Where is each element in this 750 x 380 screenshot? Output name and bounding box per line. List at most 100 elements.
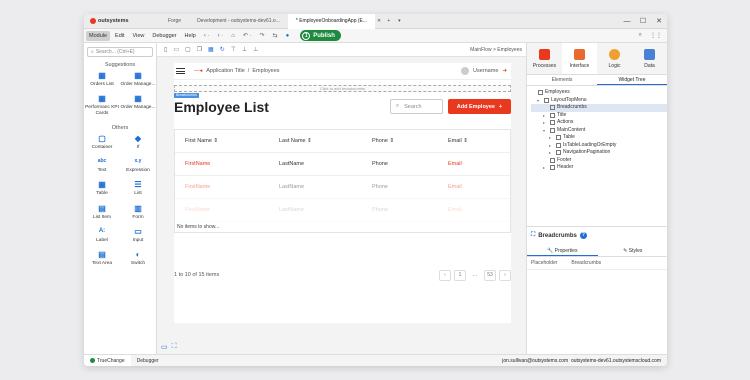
next-page-button[interactable]: › — [499, 269, 511, 281]
tree-node[interactable]: Employees — [531, 89, 667, 97]
widget-order-manage-2[interactable]: ▦ Order Manage... — [120, 94, 156, 116]
align-middle-icon[interactable]: ⊥ — [239, 46, 250, 53]
fullscreen-icon[interactable]: ⛶ — [172, 343, 177, 351]
widget-orders-list[interactable]: ▦ Orders List — [84, 71, 120, 87]
expand-arrow-icon[interactable]: ▾ — [537, 97, 542, 105]
publish-button[interactable]: 1 Publish — [300, 30, 341, 41]
layers-icon[interactable]: ❐ — [194, 46, 205, 53]
search-icon[interactable]: ⌕ — [636, 32, 645, 39]
menu-view[interactable]: View — [130, 31, 148, 41]
menu-icon[interactable] — [176, 68, 185, 74]
expand-arrow-icon[interactable]: ▸ — [543, 112, 548, 120]
cell-first-name[interactable]: FirstName — [175, 207, 269, 213]
widget-list[interactable]: ☰ List — [120, 180, 156, 196]
tab-styles[interactable]: ✎ Styles — [598, 246, 668, 256]
forward-icon[interactable]: › · — [215, 33, 227, 39]
tab-employee-app[interactable]: * EmployeeOnboardingApp (E... — [287, 14, 376, 29]
page-title[interactable]: Employee List — [174, 99, 269, 115]
tab-widget-tree[interactable]: Widget Tree — [597, 75, 667, 85]
widget-input[interactable]: ▭ Input — [120, 227, 156, 243]
tree-node[interactable]: ▸ NavigationPagination — [531, 149, 667, 157]
widget-label[interactable]: A: Label — [84, 227, 120, 243]
widget-container[interactable]: ▢ Container — [84, 134, 120, 150]
widget-form[interactable]: ▥ Form — [120, 204, 156, 220]
compare-icon[interactable]: ⇆ — [270, 32, 281, 39]
undo-icon[interactable]: ↶ · — [240, 32, 255, 39]
debugger-tab[interactable]: Debugger — [131, 358, 165, 364]
tab-development[interactable]: Development - outsystems-dev61.o... — [189, 14, 288, 29]
minimize-icon[interactable]: — — [619, 18, 635, 25]
cell-email[interactable]: Email — [438, 207, 510, 213]
widget-text[interactable]: abc Text — [84, 157, 120, 173]
property-row[interactable]: Placeholder Breadcrumbs — [527, 257, 667, 270]
add-employee-button[interactable]: Add Employee + — [448, 99, 511, 114]
widget-order-manage[interactable]: ▦ Order Manage... — [120, 71, 156, 87]
tree-node[interactable]: ▸ Table — [531, 134, 667, 142]
tab-properties[interactable]: 🔧 Properties — [527, 246, 598, 256]
tab-processes[interactable]: Processes — [527, 43, 562, 74]
menu-debugger[interactable]: Debugger — [149, 31, 179, 41]
menu-edit[interactable]: Edit — [112, 31, 127, 41]
menu-help[interactable]: Help — [182, 31, 199, 41]
property-value[interactable]: Breadcrumbs — [571, 260, 601, 266]
help-icon[interactable]: ? — [579, 232, 587, 239]
column-header-email[interactable]: Email ⇕ — [438, 138, 510, 144]
close-window-icon[interactable]: ✕ — [651, 17, 667, 25]
widgets-icon[interactable]: ▦ — [205, 46, 217, 53]
help-icon[interactable]: ● — [283, 33, 293, 39]
page-button[interactable]: 1 — [454, 269, 466, 281]
back-icon[interactable]: ‹ · — [201, 33, 213, 39]
expand-arrow-icon[interactable]: ▸ — [549, 142, 554, 150]
align-top-icon[interactable]: ⊤ — [228, 46, 239, 53]
avatar[interactable] — [461, 67, 470, 75]
tab-logic[interactable]: Logic — [597, 43, 632, 74]
tablet-view-icon[interactable]: ▭ — [170, 46, 182, 53]
column-header-last-name[interactable]: Last Name ⇕ — [269, 138, 362, 144]
home-icon[interactable]: ⌂ — [228, 33, 238, 39]
breadcrumbs-placeholder[interactable]: Click to add breadcrumbs — [174, 85, 511, 92]
tabs-dropdown-icon[interactable]: ▾ — [394, 14, 405, 29]
tab-forge[interactable]: Forge — [160, 14, 189, 29]
widget-table[interactable]: ▦ Table — [84, 180, 120, 196]
toolbox-search-input[interactable]: ⌕ Search... (Ctrl+E) — [87, 47, 153, 57]
logout-icon[interactable]: ➜ — [502, 68, 507, 74]
phone-view-icon[interactable]: ▯ — [161, 46, 170, 53]
widget-if[interactable]: ◆ If — [120, 134, 156, 150]
expand-arrow-icon[interactable]: ▸ — [543, 119, 548, 127]
tree-node[interactable]: Footer — [531, 157, 667, 165]
cell-first-name[interactable]: FirstName — [175, 161, 269, 167]
cell-first-name[interactable]: FirstName — [175, 184, 269, 190]
table-row[interactable]: FirstName LastName Phone Email — [175, 176, 510, 199]
expand-arrow-icon[interactable]: ▸ — [549, 149, 554, 157]
tab-data[interactable]: Data — [632, 43, 667, 74]
tree-node[interactable]: ▸ Header — [531, 164, 667, 172]
preview-toggle-icon[interactable]: ▭ — [161, 343, 168, 351]
widget-text-area[interactable]: ▤ Text Area — [84, 250, 120, 266]
widget-kpi-cards[interactable]: ▦ Performanc KPI Cards — [84, 94, 120, 116]
employee-search-input[interactable]: ⌕ Search — [390, 99, 443, 114]
widget-switch[interactable]: ◐ Switch — [120, 250, 156, 266]
tab-interface[interactable]: Interface — [562, 43, 597, 74]
maximize-icon[interactable]: ☐ — [635, 17, 651, 25]
tree-node[interactable]: ▾ LayoutTopMenu — [531, 97, 667, 105]
menu-module[interactable]: Module — [86, 30, 111, 41]
apps-grid-icon[interactable]: ⋮⋮ — [647, 32, 665, 39]
tree-node[interactable]: ▸ Title — [531, 112, 667, 120]
tree-node[interactable]: ▸ Actions — [531, 119, 667, 127]
cell-email[interactable]: Email — [438, 184, 510, 190]
tab-elements[interactable]: Elements — [527, 75, 597, 85]
close-tab-icon[interactable]: ✕ — [375, 14, 383, 29]
widget-list-item[interactable]: ▤ List Item — [84, 204, 120, 220]
tree-node[interactable]: Breadcrumbs — [531, 104, 667, 112]
expand-arrow-icon[interactable]: ▸ — [549, 134, 554, 142]
widget-expression[interactable]: x.y Expression — [120, 157, 156, 173]
truechange-tab[interactable]: TrueChange — [84, 354, 131, 366]
column-header-first-name[interactable]: First Name ⇕ — [175, 138, 269, 144]
tree-node[interactable]: ▾ MainContent — [531, 127, 667, 135]
desktop-view-icon[interactable]: ▢ — [182, 46, 194, 53]
align-bottom-icon[interactable]: ⊥ — [250, 46, 261, 53]
redo-icon[interactable]: ↷ — [257, 32, 268, 39]
tree-node[interactable]: ▸ IsTableLoadingOrEmpty — [531, 142, 667, 150]
new-tab-button[interactable]: + — [383, 14, 394, 29]
cell-email[interactable]: Email — [438, 161, 510, 167]
